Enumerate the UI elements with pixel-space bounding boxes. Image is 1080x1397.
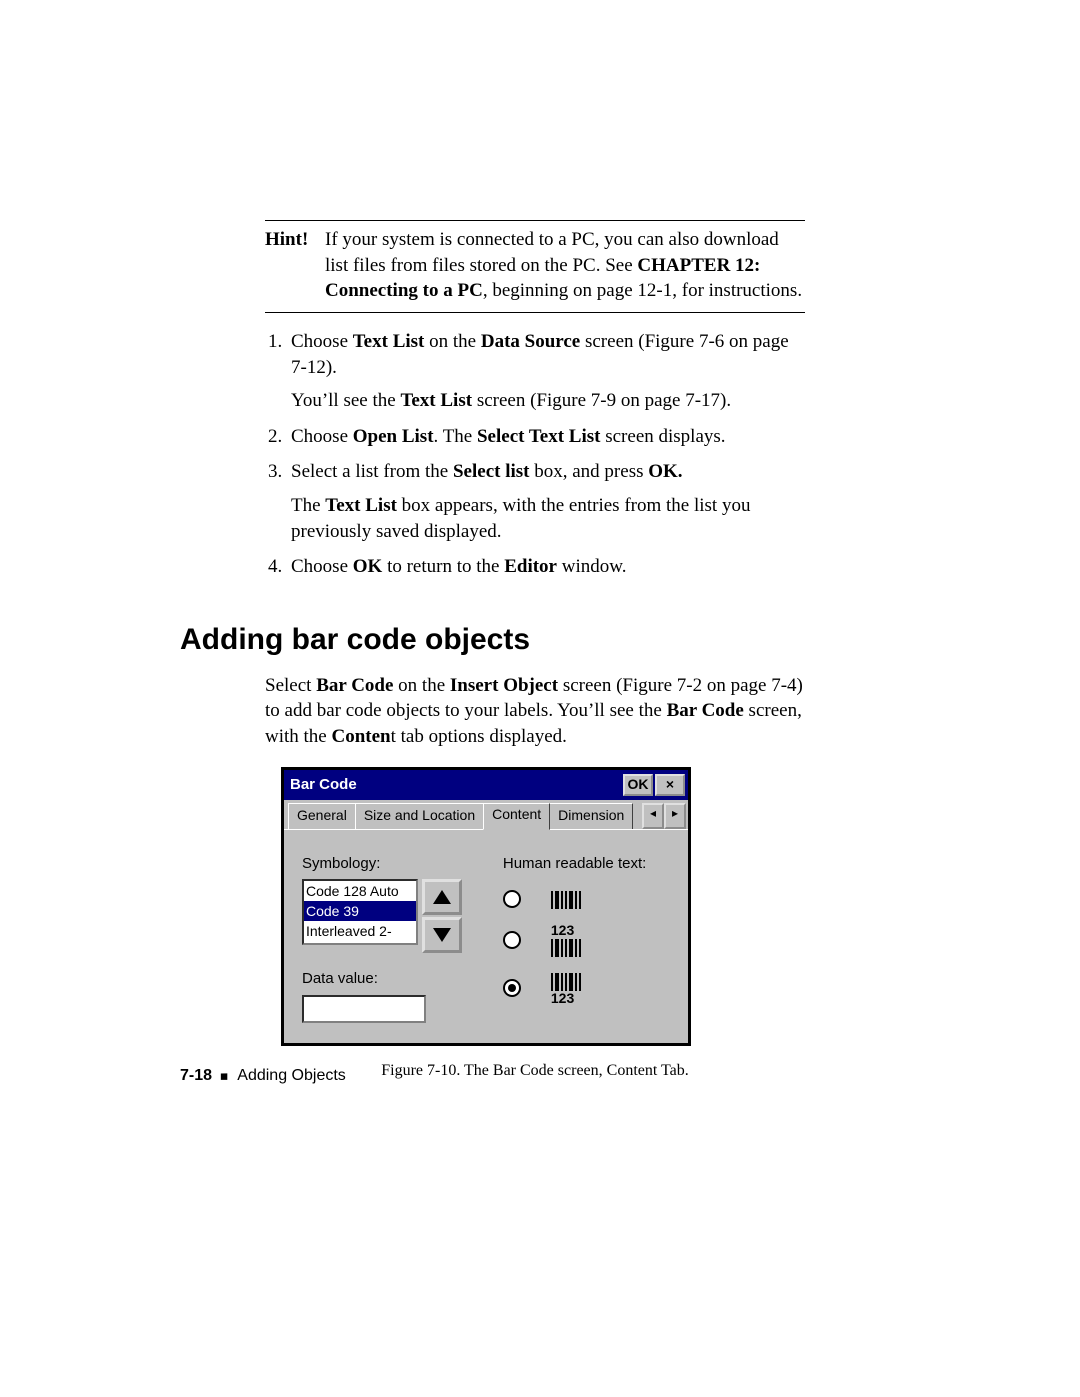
figure-caption: Figure 7-10. The Bar Code screen, Conten… (265, 1060, 805, 1082)
symbology-label: Symbology: (302, 854, 503, 874)
list-item[interactable]: Code 128 Auto (304, 881, 416, 901)
footer-section: Adding Objects (237, 1067, 346, 1084)
step-4: Choose OK to return to the Editor window… (287, 554, 805, 580)
tab-general[interactable]: General (288, 803, 356, 829)
step-1: Choose Text List on the Data Source scre… (287, 329, 805, 414)
hint-block: Hint! If your system is connected to a P… (265, 220, 805, 313)
list-up-button[interactable] (422, 879, 462, 915)
triangle-up-icon (433, 890, 451, 904)
hrt-radio-none[interactable] (503, 890, 521, 908)
list-down-button[interactable] (422, 917, 462, 953)
section-heading: Adding bar code objects (180, 620, 910, 661)
barcode-text-above-icon: 123 (551, 923, 581, 957)
symbology-listbox[interactable]: Code 128 Auto Code 39 Interleaved 2- (302, 879, 418, 945)
hrt-radio-above[interactable] (503, 931, 521, 949)
hint-text-post: , beginning on page 12-1, for instructio… (483, 280, 802, 301)
hrt-label: Human readable text: (503, 854, 674, 874)
step-3: Select a list from the Select list box, … (287, 459, 805, 544)
barcode-text-below-icon: 123 (551, 971, 581, 1005)
tab-scroll-right-icon[interactable]: ▸ (664, 803, 686, 829)
list-item[interactable]: Code 39 (304, 901, 416, 921)
data-value-label: Data value: (302, 969, 503, 989)
dialog-tabs: General Size and Location Content Dimens… (284, 800, 688, 830)
barcode-only-icon (551, 889, 581, 909)
dialog-titlebar: Bar Code OK × (284, 770, 688, 800)
hrt-radio-below[interactable] (503, 979, 521, 997)
triangle-down-icon (433, 928, 451, 942)
data-value-input[interactable] (302, 995, 426, 1023)
section-intro: Select Bar Code on the Insert Object scr… (265, 673, 805, 750)
page-number: 7-18 (180, 1067, 212, 1084)
diamond-icon: ◆ (216, 1068, 234, 1086)
tab-size-location[interactable]: Size and Location (355, 803, 484, 829)
hint-label: Hint! (265, 227, 325, 304)
tab-scroll: ◂ ▸ (642, 803, 686, 829)
hint-text: If your system is connected to a PC, you… (325, 227, 805, 304)
step-2: Choose Open List. The Select Text List s… (287, 424, 805, 450)
tab-content[interactable]: Content (483, 803, 550, 830)
tab-dimension[interactable]: Dimension (549, 803, 633, 829)
close-button[interactable]: × (655, 774, 685, 796)
steps-list: Choose Text List on the Data Source scre… (265, 329, 805, 580)
tab-scroll-left-icon[interactable]: ◂ (642, 803, 664, 829)
dialog-title: Bar Code (290, 775, 621, 795)
ok-button[interactable]: OK (623, 774, 653, 796)
barcode-dialog: Bar Code OK × General Size and Location … (281, 767, 691, 1046)
page-footer: 7-18 ◆ Adding Objects (180, 1065, 346, 1087)
list-item[interactable]: Interleaved 2- (304, 921, 416, 941)
